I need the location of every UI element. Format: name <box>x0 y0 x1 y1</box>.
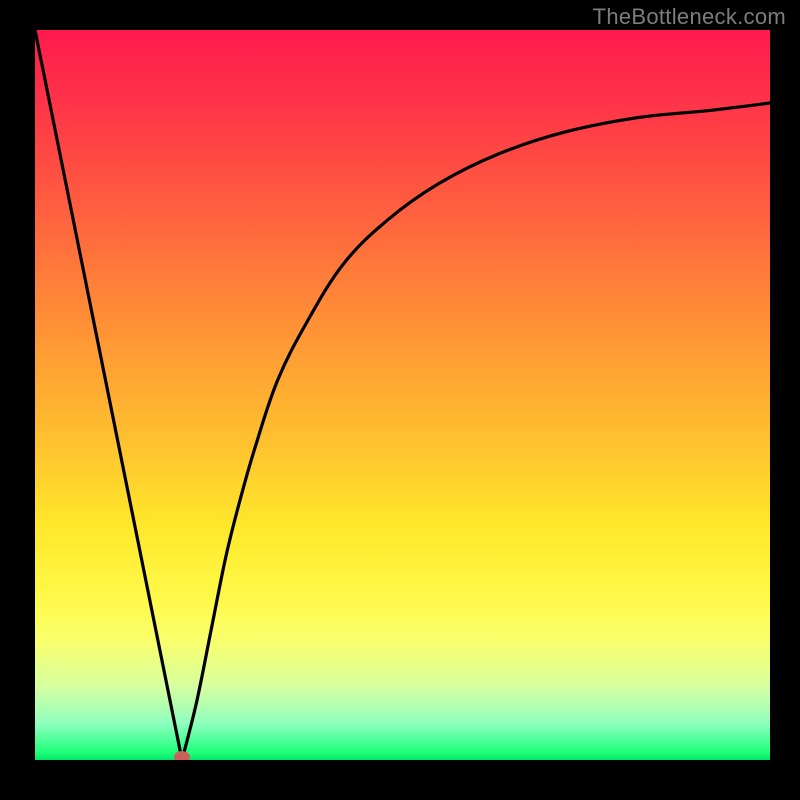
watermark-text: TheBottleneck.com <box>593 4 786 30</box>
minimum-marker <box>174 751 190 760</box>
bottleneck-curve <box>35 30 770 760</box>
plot-area <box>35 30 770 760</box>
curve-layer <box>35 30 770 760</box>
chart-frame: TheBottleneck.com <box>0 0 800 800</box>
